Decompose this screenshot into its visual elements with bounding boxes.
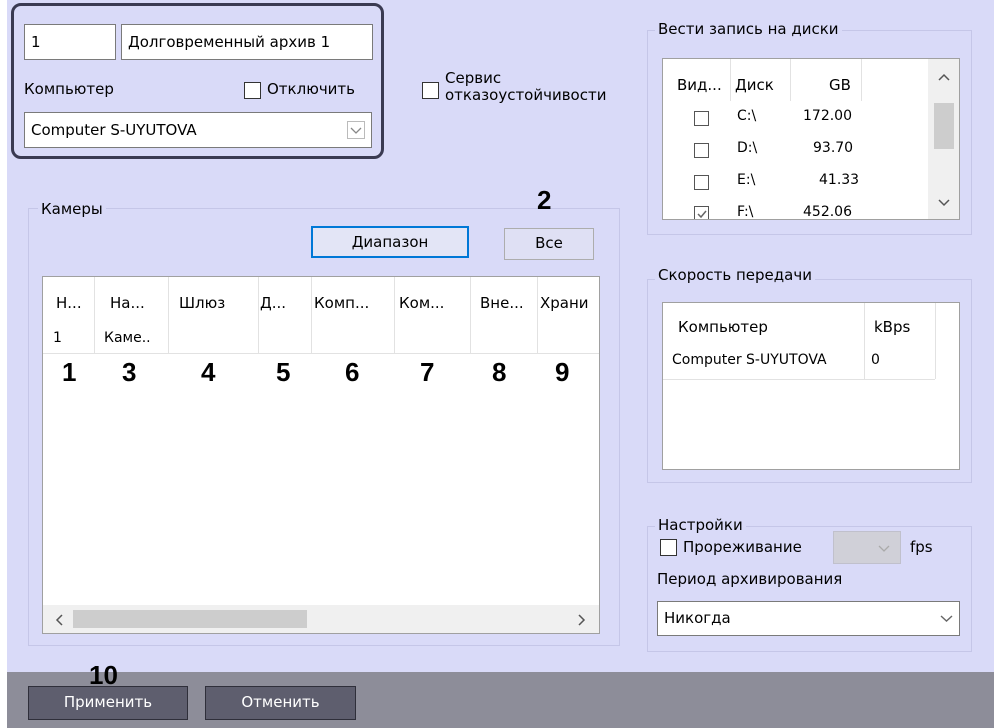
disk-d-name: D:\ — [737, 140, 758, 156]
cameras-header-d: Д... — [260, 294, 287, 312]
settings-group-title: Настройки — [655, 516, 746, 534]
cameras-header-com: Ком... — [399, 294, 445, 312]
checkmark-icon — [697, 210, 707, 219]
camera-row-name[interactable]: Каме.. — [104, 330, 151, 346]
annotation-6: 6 — [345, 357, 360, 387]
disks-header-divider — [790, 59, 791, 101]
range-button[interactable]: Диапазон — [311, 226, 469, 258]
all-button[interactable]: Все — [504, 228, 594, 260]
thinning-label: Прореживание — [683, 538, 802, 556]
thinning-checkbox[interactable] — [660, 539, 677, 556]
speed-row-divider — [663, 379, 935, 380]
cameras-column-divider — [537, 277, 538, 353]
disk-c-name: C:\ — [737, 108, 757, 124]
disk-e-gb: 41.33 — [819, 172, 860, 188]
disable-checkbox[interactable] — [244, 82, 261, 99]
archive-name-field[interactable]: Долговременный архив 1 — [121, 24, 373, 60]
speed-group-title: Скорость передачи — [655, 266, 815, 284]
speed-column-divider — [864, 303, 865, 379]
annotation-1: 1 — [62, 357, 77, 387]
disks-header-divider — [730, 59, 731, 101]
failover-label: Сервис отказоустойчивости — [445, 70, 606, 104]
disk-e-checkbox[interactable] — [694, 175, 709, 190]
speed-header-computer: Компьютер — [678, 318, 768, 336]
apply-button[interactable]: Применить — [28, 686, 188, 720]
archive-number-field[interactable]: 1 — [24, 24, 116, 60]
computer-select-value: Computer S-UYUTOVA — [31, 121, 197, 139]
chevron-left-icon[interactable] — [55, 614, 63, 626]
chevron-up-icon[interactable] — [938, 73, 950, 81]
disk-f-name: F:\ — [737, 204, 754, 220]
chevron-down-icon — [347, 121, 365, 139]
chevron-down-icon — [878, 545, 890, 552]
speed-row-kbps[interactable]: 0 — [871, 352, 880, 368]
disable-label: Отключить — [267, 80, 356, 98]
cameras-scroll-thumb[interactable] — [73, 610, 307, 628]
annotation-8: 8 — [492, 357, 507, 387]
speed-column-divider — [935, 303, 936, 379]
disk-f-checkbox[interactable] — [694, 206, 709, 219]
cameras-header-name: На... — [110, 294, 145, 312]
failover-label-line1: Сервис — [445, 69, 502, 87]
disks-header-vid: Вид... — [677, 76, 722, 94]
disk-f-gb: 452.06 — [803, 204, 852, 220]
computer-select[interactable]: Computer S-UYUTOVA — [24, 112, 372, 148]
disk-c-gb: 172.00 — [803, 108, 852, 124]
cancel-button[interactable]: Отменить — [205, 686, 356, 720]
period-label: Период архивирования — [657, 570, 843, 588]
camera-row-number[interactable]: 1 — [53, 330, 62, 346]
annotation-3: 3 — [122, 357, 137, 387]
fps-label: fps — [910, 538, 933, 556]
cameras-column-divider — [94, 277, 95, 353]
cameras-header-number: Н... — [56, 294, 82, 312]
annotation-4: 4 — [201, 357, 216, 387]
annotation-5: 5 — [276, 357, 291, 387]
chevron-down-icon[interactable] — [938, 199, 950, 207]
cameras-header-computer: Комп... — [314, 294, 370, 312]
disk-e-name: E:\ — [737, 172, 756, 188]
cameras-table[interactable]: Н... На... Шлюз Д... Комп... Ком... Вне.… — [42, 276, 600, 634]
cameras-group-title: Камеры — [38, 200, 106, 218]
cameras-header-gateway: Шлюз — [179, 294, 226, 312]
cameras-column-divider — [394, 277, 395, 353]
disk-d-gb: 93.70 — [813, 140, 854, 156]
disks-scroll-thumb[interactable] — [934, 103, 954, 149]
disk-c-checkbox[interactable] — [694, 111, 709, 126]
cameras-horizontal-scrollbar[interactable] — [43, 605, 599, 633]
chevron-down-icon — [940, 615, 953, 622]
disk-d-checkbox[interactable] — [694, 143, 709, 158]
fps-select[interactable] — [833, 531, 901, 564]
cameras-header-external: Вне... — [480, 294, 524, 312]
cameras-column-divider — [311, 277, 312, 353]
cameras-header-storage: Храни — [540, 294, 589, 312]
annotation-9: 9 — [555, 357, 570, 387]
speed-header-kbps: kBps — [874, 318, 911, 336]
annotation-7: 7 — [420, 357, 435, 387]
period-select-value: Никогда — [664, 609, 731, 627]
disks-header-divider — [861, 59, 862, 101]
period-select[interactable]: Никогда — [657, 601, 960, 636]
disks-group-title: Вести запись на диски — [655, 20, 842, 38]
cameras-column-divider — [168, 277, 169, 353]
failover-label-line2: отказоустойчивости — [445, 86, 607, 104]
computer-label: Компьютер — [24, 80, 114, 98]
disks-table[interactable]: Вид... Диск GB C:\ 172.00 D:\ 93.70 E:\ … — [662, 58, 960, 220]
speed-row-computer[interactable]: Computer S-UYUTOVA — [672, 352, 827, 368]
failover-checkbox[interactable] — [422, 82, 439, 99]
annotation-2: 2 — [537, 185, 552, 215]
disks-header-gb: GB — [829, 76, 851, 94]
cameras-column-divider — [470, 277, 471, 353]
speed-table[interactable]: Компьютер kBps Computer S-UYUTOVA 0 — [662, 302, 960, 470]
chevron-right-icon[interactable] — [578, 614, 586, 626]
cameras-column-divider — [258, 277, 259, 353]
disks-scrollbar[interactable] — [928, 59, 959, 219]
cameras-row-divider — [43, 353, 599, 354]
disks-header-disk: Диск — [735, 76, 774, 94]
